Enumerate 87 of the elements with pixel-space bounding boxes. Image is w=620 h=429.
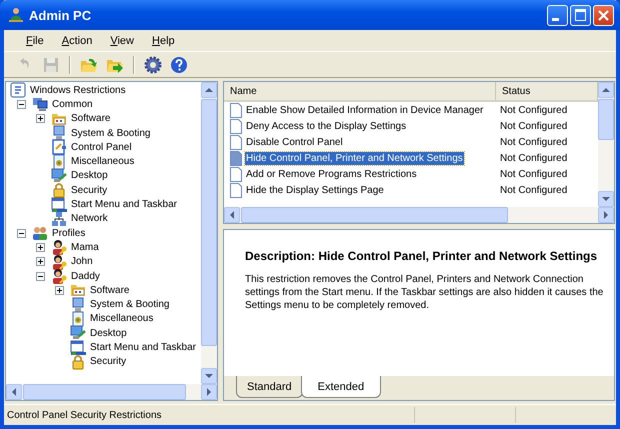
- expander-button[interactable]: [36, 242, 44, 252]
- tree-item[interactable]: Mama: [70, 242, 100, 253]
- window-icon: [51, 196, 67, 213]
- document-icon: [230, 118, 242, 134]
- tree-item[interactable]: Network: [70, 213, 109, 224]
- horizontal-scrollbar[interactable]: [6, 384, 217, 400]
- app-icon: [8, 7, 24, 23]
- padlock-icon: [70, 354, 86, 370]
- window-title: Admin PC: [29, 8, 92, 22]
- expander-button[interactable]: [36, 257, 44, 266]
- column-header[interactable]: Name: [224, 82, 496, 100]
- network-icon: [51, 210, 67, 227]
- description-title: Description: Hide Control Panel, Printer and Network Settings: [245, 249, 598, 263]
- close-icon: [597, 8, 610, 22]
- save-icon: [42, 56, 60, 74]
- tree-item[interactable]: John: [70, 256, 94, 268]
- tree-item[interactable]: Profiles: [51, 228, 86, 239]
- tree-item[interactable]: Miscellaneous: [70, 156, 136, 168]
- status-cell-text: Not Configured: [499, 104, 568, 116]
- computers-icon: [32, 96, 48, 112]
- people-icon: [32, 225, 48, 242]
- horizontal-scrollbar[interactable]: [224, 207, 614, 223]
- status-cell-text: Not Configured: [499, 152, 568, 164]
- list-item[interactable]: Hide the Display Settings Page: [245, 184, 385, 196]
- user-key-icon: [51, 254, 67, 270]
- window-icon: [70, 340, 86, 356]
- expander-button[interactable]: [16, 228, 26, 238]
- status-text: Control Panel Security Restrictions: [6, 410, 163, 420]
- settings-button[interactable]: [142, 54, 164, 76]
- tree-item[interactable]: Security: [70, 184, 108, 196]
- tree-item[interactable]: Desktop: [70, 170, 109, 182]
- tree-item[interactable]: Daddy: [70, 270, 101, 282]
- tree-item[interactable]: Software: [89, 284, 130, 296]
- monitor-icon: [51, 168, 67, 184]
- list-item[interactable]: Enable Show Detailed Information in Device Manager: [245, 104, 484, 116]
- tree-item[interactable]: Windows Restrictions: [29, 84, 127, 96]
- menu-item[interactable]: View: [102, 34, 142, 46]
- menu-item[interactable]: Help: [144, 34, 183, 46]
- tree-item[interactable]: System & Booting: [89, 299, 170, 310]
- tree-item[interactable]: System & Booting: [70, 128, 152, 139]
- list-item[interactable]: Disable Control Panel: [245, 136, 344, 148]
- tree-item[interactable]: Common: [51, 98, 94, 110]
- document-icon: [70, 310, 86, 327]
- padlock-icon: [51, 182, 67, 198]
- document-icon: [230, 134, 242, 150]
- document-icon: [230, 166, 242, 182]
- expander-button[interactable]: [54, 286, 64, 295]
- control-panel-icon: [51, 139, 67, 156]
- document-icon: [230, 150, 242, 166]
- list-item[interactable]: Deny Access to the Display Settings: [245, 120, 408, 132]
- vertical-scrollbar[interactable]: [598, 82, 614, 207]
- vertical-scrollbar[interactable]: [201, 82, 217, 384]
- tree-item[interactable]: Miscellaneous: [89, 313, 154, 324]
- folder-icon: [70, 282, 86, 298]
- list-item[interactable]: Add or Remove Programs Restrictions: [245, 168, 418, 180]
- status-cell-text: Not Configured: [499, 184, 568, 196]
- status-cell-text: Not Configured: [499, 168, 568, 180]
- help-icon: [170, 56, 188, 74]
- computer-icon: [51, 125, 67, 142]
- status-cell-text: Not Configured: [499, 120, 568, 132]
- document-icon: [51, 154, 67, 170]
- document-icon: [230, 102, 242, 118]
- tree-item[interactable]: Start Menu and Taskbar: [89, 342, 197, 353]
- settings-icon: [144, 56, 162, 74]
- tree-item[interactable]: Software: [70, 113, 112, 124]
- minimize-button[interactable]: [547, 4, 568, 26]
- document-icon: [230, 182, 242, 198]
- user-key-icon: [51, 268, 67, 284]
- status-cell-text: Not Configured: [499, 136, 568, 148]
- description-text: This restriction removes the Control Panel, Printers and Network Connection settings from the Start menu. If the Taskbar settings are also hidden it causes the Settings menu to be completely removed.: [245, 273, 604, 312]
- menu-item[interactable]: File: [18, 34, 52, 46]
- tree-item[interactable]: Control Panel: [70, 142, 133, 153]
- maximize-button[interactable]: [570, 4, 591, 26]
- close-button[interactable]: [593, 4, 614, 26]
- tree-item[interactable]: Security: [89, 356, 128, 368]
- user-key-icon: [51, 239, 67, 256]
- menu-item[interactable]: Action: [54, 34, 100, 46]
- expander-button[interactable]: [36, 114, 44, 124]
- expander-button[interactable]: [16, 100, 26, 109]
- tab[interactable]: Standard: [236, 376, 303, 398]
- monitor-icon: [70, 325, 86, 342]
- tree-item[interactable]: Start Menu and Taskbar: [70, 199, 178, 210]
- tree-item[interactable]: Desktop: [89, 328, 128, 339]
- tab[interactable]: Extended: [300, 376, 382, 398]
- computer-icon: [70, 296, 86, 313]
- list-item[interactable]: Hide Control Panel, Printer and Network Settings: [245, 152, 464, 164]
- expander-button[interactable]: [36, 272, 44, 280]
